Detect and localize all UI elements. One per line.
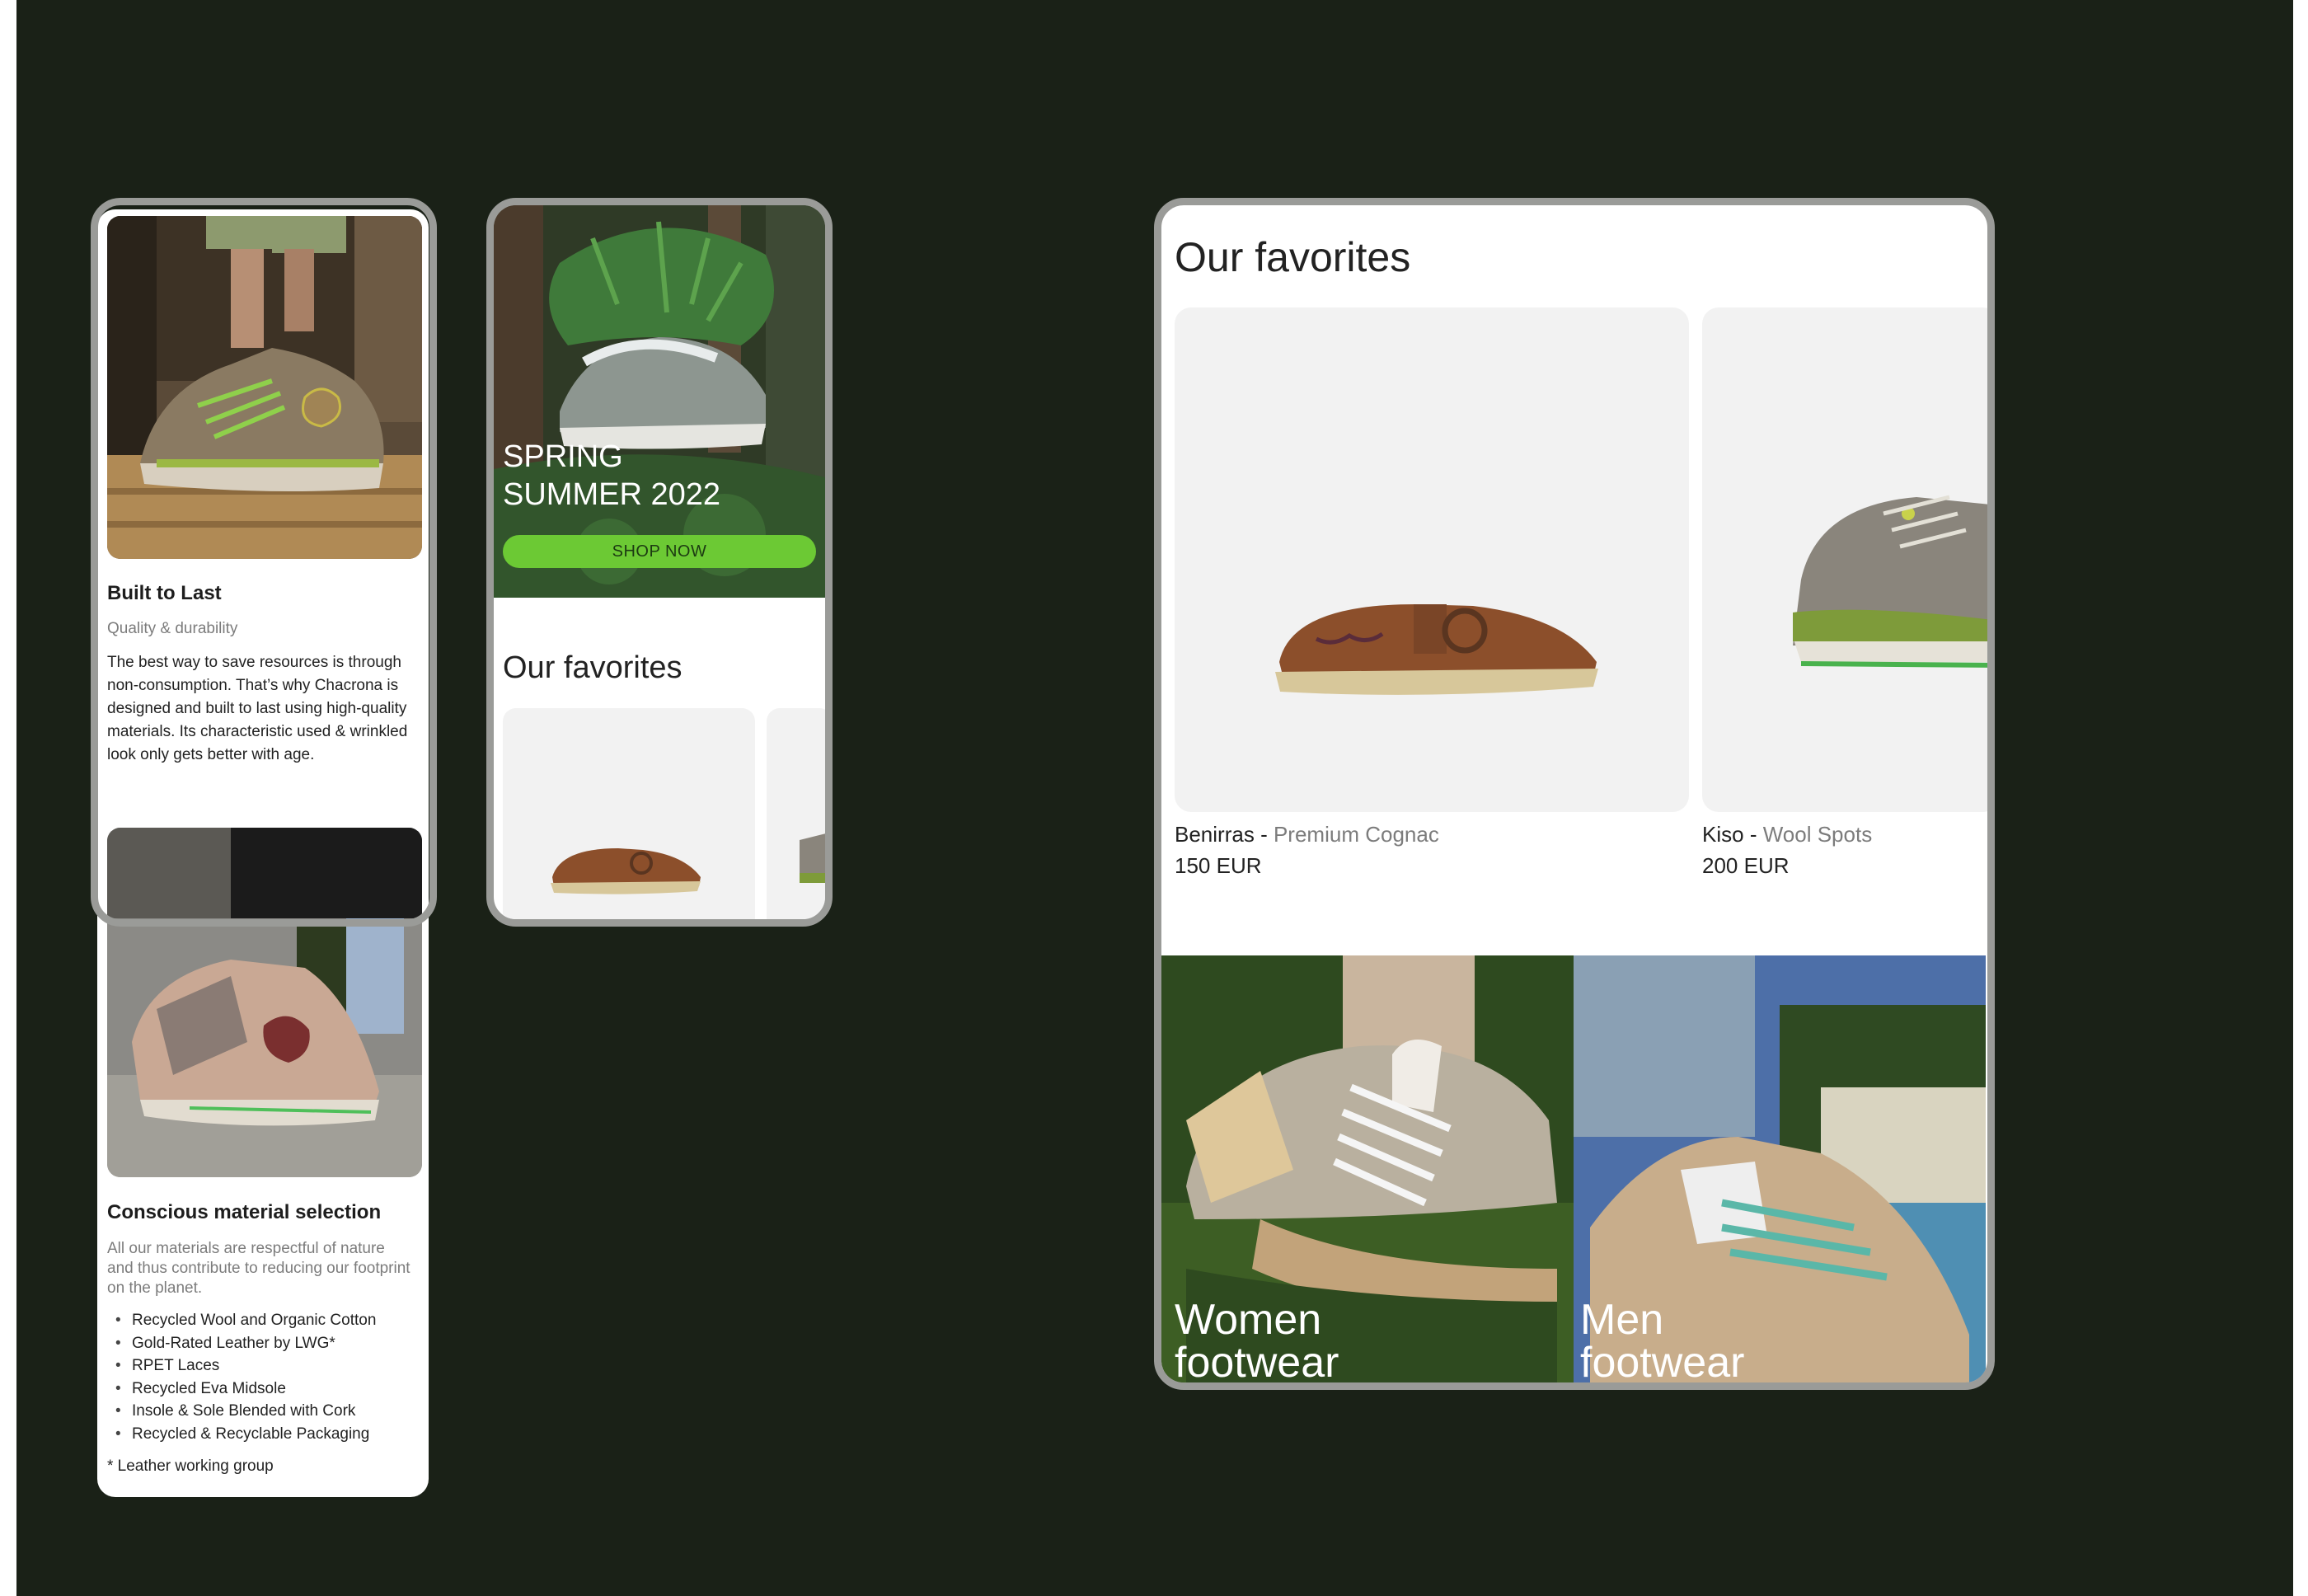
favorites-title: Our favorites	[1175, 234, 1411, 280]
product-name: Benirras	[1175, 822, 1255, 847]
shop-now-button[interactable]: SHOP NOW	[503, 535, 816, 568]
list-item: RPET Laces	[115, 1354, 420, 1378]
wool-boot-image	[1793, 495, 1987, 668]
favorites-title-mobile: Our favorites	[503, 650, 683, 685]
category-label-men: Men footwear	[1580, 1296, 1745, 1387]
product-card-kiso[interactable]	[1702, 307, 1987, 812]
hero-title-line2: SUMMER 2022	[503, 477, 720, 512]
product-card-mobile[interactable]	[503, 708, 755, 919]
brown-shoe-image	[1275, 604, 1598, 695]
list-item: Recycled & Recyclable Packaging	[115, 1423, 420, 1446]
materials-list: Recycled Wool and Organic Cotton Gold-Ra…	[115, 1309, 420, 1445]
article-body: The best way to save resources is throug…	[107, 654, 408, 763]
sneaker-photo-materials	[107, 828, 422, 1177]
hero-title: SPRING SUMMER 2022	[503, 438, 800, 514]
category-label-line2: footwear	[1580, 1339, 1745, 1387]
materials-title: Conscious material selection	[107, 1201, 382, 1223]
category-label-line1: Men	[1580, 1296, 1664, 1344]
name-separator: -	[1749, 822, 1757, 847]
list-item: Recycled Wool and Organic Cotton	[115, 1309, 420, 1332]
list-item: Recycled Eva Midsole	[115, 1378, 420, 1401]
product-price-kiso: 200 EUR	[1702, 853, 1790, 878]
tablet-frame-favorites: Our favorites Benirras - Premium Cognac …	[1154, 198, 1995, 1390]
product-name: Kiso	[1702, 822, 1744, 847]
product-name-kiso[interactable]: Kiso - Wool Spots	[1702, 822, 1872, 847]
category-label-line1: Women	[1175, 1296, 1322, 1344]
name-separator: -	[1260, 822, 1268, 847]
category-men-footwear[interactable]: Men footwear	[1574, 955, 1986, 1387]
hero-banner: SPRING SUMMER 2022 SHOP NOW	[494, 205, 825, 598]
sneaker-photo-built-to-last	[107, 216, 422, 559]
article-subtitle: Quality & durability	[107, 620, 238, 637]
list-item: Insole & Sole Blended with Cork	[115, 1400, 420, 1423]
category-label-women: Women footwear	[1175, 1296, 1339, 1387]
product-variant: Premium Cognac	[1273, 822, 1439, 847]
product-name-benirras[interactable]: Benirras - Premium Cognac	[1175, 822, 1439, 847]
product-card-benirras[interactable]	[1175, 307, 1689, 812]
category-women-footwear[interactable]: Women footwear	[1161, 955, 1574, 1387]
materials-footnote: * Leather working group	[107, 1458, 274, 1475]
brown-shoe-image	[551, 848, 701, 894]
product-variant: Wool Spots	[1762, 822, 1873, 847]
materials-intro: All our materials are respectful of natu…	[107, 1240, 410, 1297]
article-title: Built to Last	[107, 582, 222, 604]
wool-boot-image	[800, 833, 825, 883]
list-item: Gold-Rated Leather by LWG*	[115, 1332, 420, 1355]
product-price-benirras: 150 EUR	[1175, 853, 1262, 878]
phone-frame-hero: SPRING SUMMER 2022 SHOP NOW Our favorite…	[486, 198, 833, 927]
category-label-line2: footwear	[1175, 1339, 1339, 1387]
product-card-mobile[interactable]	[767, 708, 825, 919]
hero-title-line1: SPRING	[503, 439, 623, 474]
